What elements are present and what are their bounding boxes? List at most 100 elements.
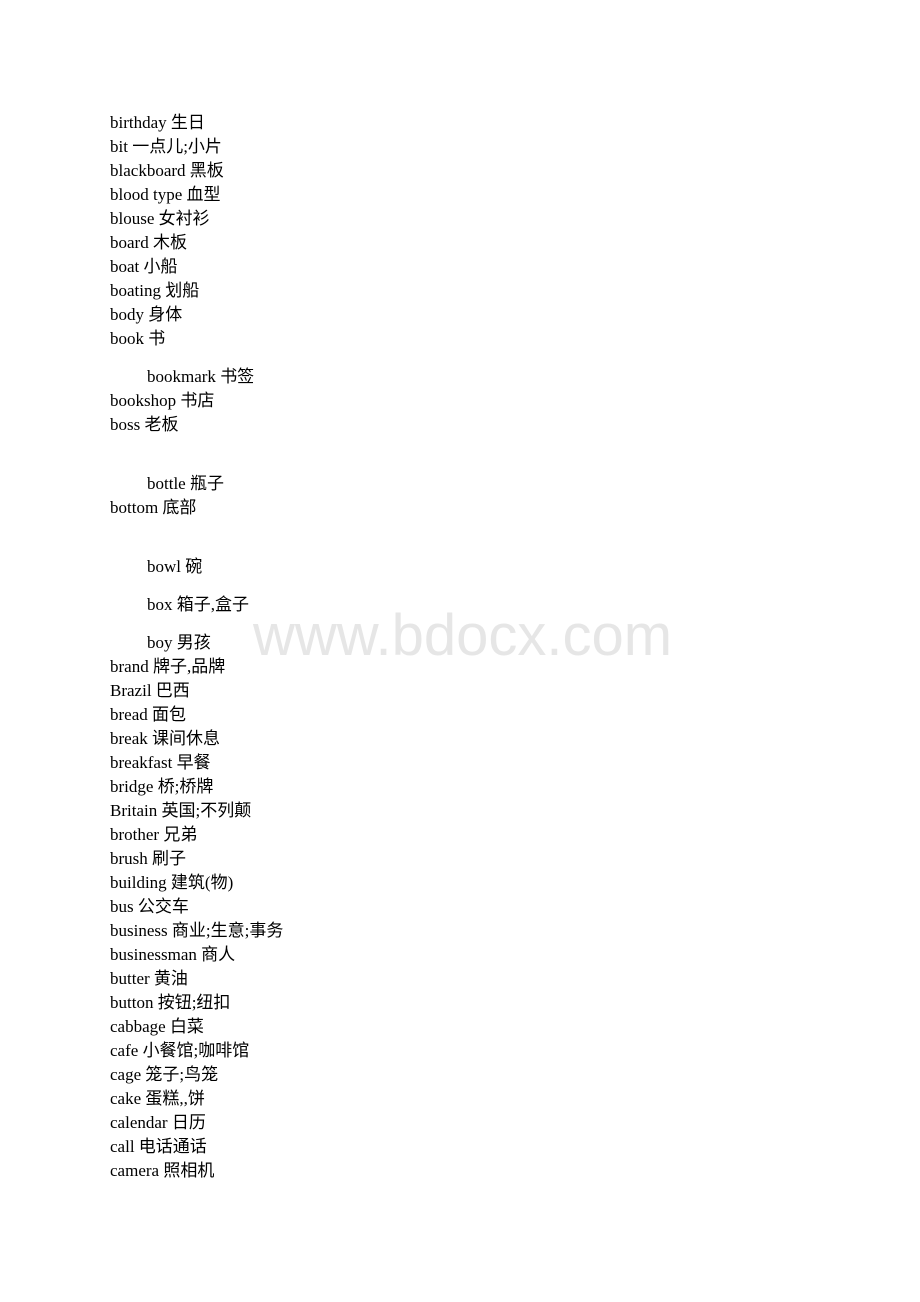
entry-word: blouse [110, 209, 155, 228]
vocab-entry: bottom 底部 [110, 498, 196, 518]
vocab-entry: break 课间休息 [110, 729, 220, 749]
entry-word: board [110, 233, 149, 252]
entry-meaning: 商业;生意;事务 [171, 921, 284, 940]
entry-word: butter [110, 969, 150, 988]
vocab-entry: call 电话通话 [110, 1137, 207, 1157]
entry-word: bowl [147, 557, 181, 576]
entry-meaning: 黑板 [189, 161, 224, 180]
entry-word: cabbage [110, 1017, 166, 1036]
vocab-entry: cage 笼子;鸟笼 [110, 1065, 218, 1085]
watermark: www.bdocx.com [253, 603, 673, 668]
vocab-entry: building 建筑(物) [110, 873, 233, 893]
entry-word: bit [110, 137, 128, 156]
vocab-entry: board 木板 [110, 233, 187, 253]
vocab-entry: camera 照相机 [110, 1161, 214, 1181]
entry-meaning: 小船 [143, 257, 178, 276]
entry-word: Brazil [110, 681, 152, 700]
entry-word: book [110, 329, 144, 348]
entry-word: box [147, 595, 173, 614]
vocab-entry: bridge 桥;桥牌 [110, 777, 213, 797]
entry-word: blood type [110, 185, 183, 204]
vocab-entry: cafe 小餐馆;咖啡馆 [110, 1041, 249, 1061]
vocab-entry: calendar 日历 [110, 1113, 206, 1133]
entry-meaning: 日历 [171, 1113, 206, 1132]
entry-meaning: 老板 [144, 415, 179, 434]
vocab-entry: boat 小船 [110, 257, 178, 277]
entry-meaning: 建筑(物) [170, 873, 234, 892]
entry-meaning: 照相机 [163, 1161, 215, 1180]
entry-word: business [110, 921, 168, 940]
entry-meaning: 蛋糕,,饼 [145, 1089, 205, 1108]
vocab-entry: body 身体 [110, 305, 182, 325]
entry-word: button [110, 993, 154, 1012]
entry-meaning: 瓶子 [189, 474, 224, 493]
vocab-entry: bus 公交车 [110, 897, 189, 917]
entry-word: building [110, 873, 167, 892]
entry-meaning: 书店 [180, 391, 215, 410]
entry-word: breakfast [110, 753, 173, 772]
entry-word: cage [110, 1065, 142, 1084]
entry-word: break [110, 729, 148, 748]
entry-meaning: 黄油 [153, 969, 188, 988]
entry-word: boating [110, 281, 161, 300]
entry-word: camera [110, 1161, 160, 1180]
entry-word: blackboard [110, 161, 186, 180]
vocab-entry: bit 一点儿;小片 [110, 137, 222, 157]
vocab-entry: bread 面包 [110, 705, 186, 725]
entry-meaning: 男孩 [176, 633, 211, 652]
entry-word: bottle [147, 474, 186, 493]
entry-meaning: 早餐 [176, 753, 211, 772]
entry-meaning: 生日 [170, 113, 205, 132]
entry-meaning: 桥;桥牌 [157, 777, 214, 796]
entry-meaning: 身体 [148, 305, 183, 324]
vocab-entry: blood type 血型 [110, 185, 221, 205]
entry-meaning: 底部 [162, 498, 197, 517]
entry-word: bottom [110, 498, 159, 517]
vocab-entry: button 按钮;纽扣 [110, 993, 230, 1013]
entry-word: brand [110, 657, 149, 676]
entry-meaning: 笼子;鸟笼 [145, 1065, 219, 1084]
entry-meaning: 商人 [201, 945, 236, 964]
entry-meaning: 血型 [186, 185, 221, 204]
entry-word: businessman [110, 945, 197, 964]
entry-meaning: 电话通话 [138, 1137, 207, 1156]
entry-word: bridge [110, 777, 154, 796]
entry-word: bookmark [147, 367, 216, 386]
entry-word: bookshop [110, 391, 177, 410]
vocab-entry: brand 牌子,品牌 [110, 657, 225, 677]
entry-meaning: 女衬衫 [158, 209, 210, 228]
entry-meaning: 刷子 [152, 849, 187, 868]
entry-meaning: 公交车 [137, 897, 189, 916]
entry-meaning: 箱子,盒子 [176, 595, 249, 614]
entry-meaning: 白菜 [169, 1017, 204, 1036]
entry-word: bus [110, 897, 134, 916]
vocab-entry: brush 刷子 [110, 849, 186, 869]
vocab-entry: cabbage 白菜 [110, 1017, 204, 1037]
document-page: birthday 生日 bit 一点儿;小片 blackboard 黑板 blo… [0, 0, 920, 1302]
vocab-entry: book 书 [110, 329, 165, 349]
vocab-entry: blouse 女衬衫 [110, 209, 210, 229]
entry-word: bread [110, 705, 148, 724]
vocab-entry: business 商业;生意;事务 [110, 921, 283, 941]
vocab-entry: box 箱子,盒子 [147, 595, 249, 615]
vocab-entry: bottle 瓶子 [147, 474, 224, 494]
entry-word: cake [110, 1089, 142, 1108]
vocab-entry: bookmark 书签 [147, 367, 254, 387]
entry-word: boss [110, 415, 141, 434]
entry-meaning: 巴西 [155, 681, 190, 700]
entry-meaning: 按钮;纽扣 [157, 993, 231, 1012]
vocab-entry: bowl 碗 [147, 557, 202, 577]
entry-word: boat [110, 257, 140, 276]
entry-word: Britain [110, 801, 158, 820]
vocab-entry: butter 黄油 [110, 969, 188, 989]
entry-meaning: 面包 [152, 705, 187, 724]
vocab-entry: boy 男孩 [147, 633, 211, 653]
entry-word: body [110, 305, 144, 324]
vocab-entry: brother 兄弟 [110, 825, 197, 845]
entry-meaning: 牌子,品牌 [152, 657, 226, 676]
entry-word: birthday [110, 113, 167, 132]
entry-word: boy [147, 633, 173, 652]
entry-word: brother [110, 825, 160, 844]
vocab-entry: boating 划船 [110, 281, 199, 301]
entry-word: calendar [110, 1113, 168, 1132]
